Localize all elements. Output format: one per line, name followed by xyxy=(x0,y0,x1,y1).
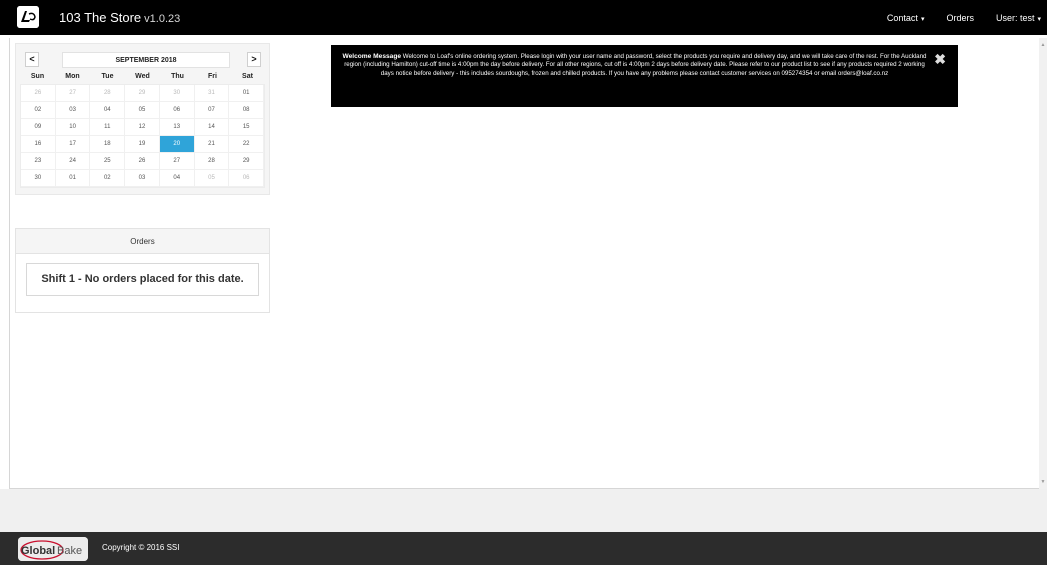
weekday-label: Fri xyxy=(208,73,217,80)
calendar-day[interactable]: 23 xyxy=(21,153,56,170)
caret-down-icon: ▾ xyxy=(920,15,925,23)
orders-status-message: Shift 1 - No orders placed for this date… xyxy=(26,263,259,296)
calendar-week-row: 26 27 28 29 30 31 01 xyxy=(21,85,265,102)
calendar-day[interactable]: 04 xyxy=(159,170,195,187)
calendar-day[interactable]: 18 xyxy=(90,136,126,153)
calendar-day[interactable]: 30 xyxy=(21,170,56,187)
calendar-day[interactable]: 06 xyxy=(159,102,195,119)
store-name: 103 The Store xyxy=(59,10,142,25)
footer: Global Bake Copyright © 2016 SSI xyxy=(0,532,1047,565)
calendar-day[interactable]: 29 xyxy=(125,85,160,102)
vertical-scrollbar[interactable]: ▲ ▼ xyxy=(1039,38,1047,489)
app-version: v1.0.23 xyxy=(144,13,181,25)
calendar-day[interactable]: 29 xyxy=(229,153,265,170)
weekday-label: Mon xyxy=(65,73,80,80)
calendar-day[interactable]: 11 xyxy=(90,119,126,136)
calendar-day[interactable]: 06 xyxy=(229,170,265,187)
calendar-day[interactable]: 02 xyxy=(90,170,126,187)
next-month-button[interactable]: > xyxy=(247,52,261,67)
caret-down-icon: ▾ xyxy=(1037,15,1041,23)
calendar-month-title[interactable]: SEPTEMBER 2018 xyxy=(62,52,230,68)
calendar-day[interactable]: 30 xyxy=(159,85,195,102)
calendar-day[interactable]: 04 xyxy=(90,102,126,119)
calendar-day[interactable]: 03 xyxy=(125,170,160,187)
scroll-up-icon[interactable]: ▲ xyxy=(1039,40,1047,50)
calendar-week-row: 09 10 11 12 13 14 15 xyxy=(21,119,265,136)
nav-orders-label: Orders xyxy=(946,12,974,23)
nav-contact-label: Contact xyxy=(886,12,918,23)
calendar-day[interactable]: 12 xyxy=(125,119,160,136)
welcome-heading: Welcome Message xyxy=(342,53,402,60)
global-bake-logo: Global Bake xyxy=(18,537,88,561)
calendar-week-row: 23 24 25 26 27 28 29 xyxy=(21,153,265,170)
weekday-label: Wed xyxy=(135,73,150,80)
welcome-text: Welcome to Loaf's online ordering system… xyxy=(344,53,927,77)
calendar-day[interactable]: 27 xyxy=(159,153,195,170)
top-navbar: 103 The Store v1.0.23 Contact ▾ Orders Use… xyxy=(0,0,1047,35)
calendar-day[interactable]: 07 xyxy=(194,102,230,119)
calendar-day[interactable]: 08 xyxy=(229,102,265,119)
orders-panel: Orders Shift 1 - No orders placed for th… xyxy=(15,228,270,313)
calendar-day[interactable]: 05 xyxy=(194,170,230,187)
calendar-day[interactable]: 09 xyxy=(21,119,56,136)
calendar-day-selected[interactable]: 20 xyxy=(159,136,195,153)
svg-text:Global: Global xyxy=(21,545,55,557)
calendar-grid: 26 27 28 29 30 31 01 02 03 04 05 06 07 08 09 10 11 12 13 14… xyxy=(20,84,265,188)
copyright-text: Copyright © 2016 SSI xyxy=(102,543,180,552)
calendar-day[interactable]: 17 xyxy=(55,136,91,153)
loaf-logo-icon[interactable] xyxy=(17,6,39,28)
calendar-day[interactable]: 26 xyxy=(21,85,56,102)
nav-menu: Contact ▾ Orders User: test ▾ xyxy=(887,0,1047,35)
calendar-day[interactable]: 01 xyxy=(55,170,91,187)
calendar-day[interactable]: 10 xyxy=(55,119,91,136)
weekday-label: Thu xyxy=(171,73,184,80)
prev-month-button[interactable]: < xyxy=(25,52,39,67)
calendar-day[interactable]: 28 xyxy=(90,85,126,102)
calendar-day[interactable]: 21 xyxy=(194,136,230,153)
calendar-week-row: 02 03 04 05 06 07 08 xyxy=(21,102,265,119)
calendar-day[interactable]: 05 xyxy=(125,102,160,119)
calendar-day[interactable]: 28 xyxy=(194,153,230,170)
calendar-day[interactable]: 14 xyxy=(194,119,230,136)
calendar-day[interactable]: 01 xyxy=(229,85,265,102)
calendar-day[interactable]: 02 xyxy=(21,102,56,119)
calendar-week-row: 16 17 18 19 20 21 22 xyxy=(21,136,265,153)
calendar-day[interactable]: 31 xyxy=(194,85,230,102)
calendar-day[interactable]: 26 xyxy=(125,153,160,170)
footer-spacer xyxy=(0,489,1047,532)
calendar-weekday-header: Sun Mon Tue Wed Thu Fri Sat xyxy=(20,73,265,80)
welcome-message-banner: Welcome Message Welcome to Loaf's online… xyxy=(331,45,958,107)
weekday-label: Sun xyxy=(30,73,45,80)
weekday-label: Sat xyxy=(242,73,253,80)
orders-heading: Orders xyxy=(16,229,269,254)
close-icon[interactable]: ✖ xyxy=(934,52,946,66)
calendar-day[interactable]: 15 xyxy=(229,119,265,136)
calendar-day[interactable]: 19 xyxy=(125,136,160,153)
scroll-down-icon[interactable]: ▼ xyxy=(1039,477,1047,487)
nav-contact[interactable]: Contact ▾ xyxy=(887,13,925,23)
calendar-day[interactable]: 13 xyxy=(159,119,195,136)
calendar-day[interactable]: 22 xyxy=(229,136,265,153)
calendar-day[interactable]: 24 xyxy=(55,153,91,170)
calendar-day[interactable]: 27 xyxy=(55,85,91,102)
nav-orders[interactable]: Orders xyxy=(946,13,974,23)
calendar-week-row: 30 01 02 03 04 05 06 xyxy=(21,170,265,187)
calendar-day[interactable]: 25 xyxy=(90,153,126,170)
calendar-day[interactable]: 03 xyxy=(55,102,91,119)
nav-user[interactable]: User: test ▾ xyxy=(996,13,1041,23)
nav-user-label: User: test xyxy=(995,12,1035,23)
calendar-panel: < SEPTEMBER 2018 > Sun Mon Tue Wed Thu Fri Sat… xyxy=(15,43,270,195)
calendar-day[interactable]: 16 xyxy=(21,136,56,153)
weekday-label: Tue xyxy=(101,73,114,80)
svg-text:Bake: Bake xyxy=(57,545,82,557)
store-title[interactable]: 103 The Store v1.0.23 xyxy=(59,10,180,25)
